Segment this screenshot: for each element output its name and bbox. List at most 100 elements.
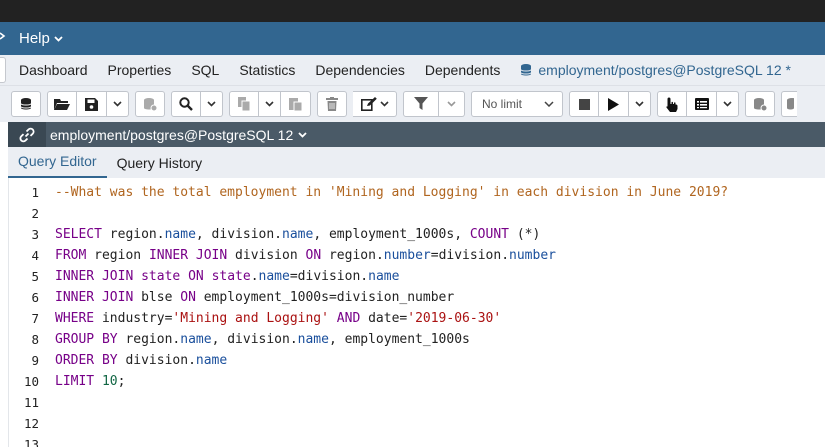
explain-button[interactable] [657,91,687,117]
line-number: 5 [31,269,39,284]
code-text: , employment_1000s, [313,227,470,242]
find-options-dropdown[interactable] [201,91,223,117]
paste-button[interactable] [281,91,311,117]
property: name [282,227,314,242]
keyword: JOIN [195,248,228,263]
filter-button[interactable] [403,91,439,117]
code-text: region. [321,248,384,263]
code-text: region [86,248,149,263]
line-number: 3 [31,227,39,242]
connection-selector[interactable]: employment/postgres@PostgreSQL 12 [46,127,307,143]
tab-properties[interactable]: Properties [108,62,172,78]
explain-button-group [657,91,739,117]
menu-overflow-icon[interactable] [0,29,6,43]
help-menu[interactable]: Help [0,30,63,47]
hand-pointer-icon [666,97,678,112]
tab-scroll-left[interactable] [0,57,6,83]
code-text: blse [133,290,181,305]
code-text: division [227,248,306,263]
chevron-down-icon [447,101,456,107]
keyword: state [211,269,251,284]
copy-button[interactable] [229,91,259,117]
sql-editor[interactable]: 1 2 3 4 5 6 7 8 9 10 11 12 13 --What was… [8,178,825,447]
property: name [258,269,290,284]
line-number: 9 [31,353,39,368]
stop-button[interactable] [569,91,599,117]
save-icon [85,97,98,111]
delete-button[interactable] [317,91,347,117]
tab-query-tool[interactable]: employment/postgres@PostgreSQL 12 * [520,62,791,78]
filter-options-dropdown[interactable] [439,91,465,117]
code-line-3: SELECT region.name, division.name, emplo… [55,224,728,245]
code-text: =division. [289,269,369,284]
number-literal: 10 [101,374,118,389]
code-text: industry= [94,311,173,326]
tab-dependencies[interactable]: Dependencies [315,62,405,78]
rollback-button[interactable] [781,91,797,117]
explain-options-dropdown[interactable] [717,91,739,117]
chevron-down-icon [379,101,389,107]
execute-options-dropdown[interactable] [629,91,651,117]
save-options-dropdown[interactable] [107,91,129,117]
tab-statistics[interactable]: Statistics [239,62,295,78]
tab-query-history[interactable]: Query History [107,155,213,178]
editor-subtabs: Query Editor Query History [8,147,825,178]
open-file-button[interactable] [47,91,77,117]
tab-dashboard[interactable]: Dashboard [19,62,88,78]
code-area[interactable]: --What was the total employment in 'Mini… [55,182,728,447]
string-literal: '2019-06-30' [407,311,502,326]
save-file-button[interactable] [77,91,107,117]
keyword: GROUP BY [55,332,118,347]
keyword: WHERE [55,311,95,326]
keyword: ON [180,290,196,305]
code-text: , employment_1000s [328,332,470,347]
paste-icon [289,97,302,111]
tab-dependents[interactable]: Dependents [425,62,501,78]
menu-bar: Help [0,22,825,55]
save-data-changes-button[interactable] [135,91,165,117]
tab-sql[interactable]: SQL [191,62,219,78]
code-text: . [250,269,259,284]
property: name [297,332,329,347]
tab-query-editor[interactable]: Query Editor [8,153,107,178]
filter-button-group [403,91,465,117]
code-text: division. [117,353,196,368]
line-number: 13 [23,437,39,447]
copy-options-dropdown[interactable] [259,91,281,117]
execute-button-group [569,91,651,117]
database-icon [20,97,32,111]
connection-name: employment/postgres@PostgreSQL 12 [50,126,294,143]
keyword: COUNT [469,227,509,242]
code-line-1: --What was the total employment in 'Mini… [55,182,728,203]
code-line-8: GROUP BY region.name, division.name, emp… [55,329,728,350]
tab-query-tool-label: employment/postgres@PostgreSQL 12 * [538,62,791,78]
line-number: 12 [23,416,39,431]
find-button[interactable] [171,91,201,117]
folder-open-icon [54,98,70,111]
line-number-gutter: 1 2 3 4 5 6 7 8 9 10 11 12 13 [9,182,39,447]
property: name [368,269,400,284]
property: number [509,248,556,263]
stop-icon [578,98,590,110]
code-line-6: INNER JOIN blse ON employment_1000s=divi… [55,287,728,308]
commit-button[interactable] [745,91,775,117]
explain-analyze-button[interactable] [687,91,717,117]
connection-status-button[interactable] [11,91,41,117]
execute-button[interactable] [599,91,629,117]
edit-menu-button[interactable] [353,91,397,117]
string-literal: 'Mining and Logging' [172,311,329,326]
database-save-icon [143,97,157,111]
row-limit-select[interactable]: No limit [471,91,563,117]
keyword: LIMIT [55,374,95,389]
edit-icon [360,97,377,111]
code-text: , division. [195,227,282,242]
line-number: 4 [31,248,39,263]
line-number: 1 [31,185,39,200]
connection-link-icon[interactable] [8,122,46,147]
